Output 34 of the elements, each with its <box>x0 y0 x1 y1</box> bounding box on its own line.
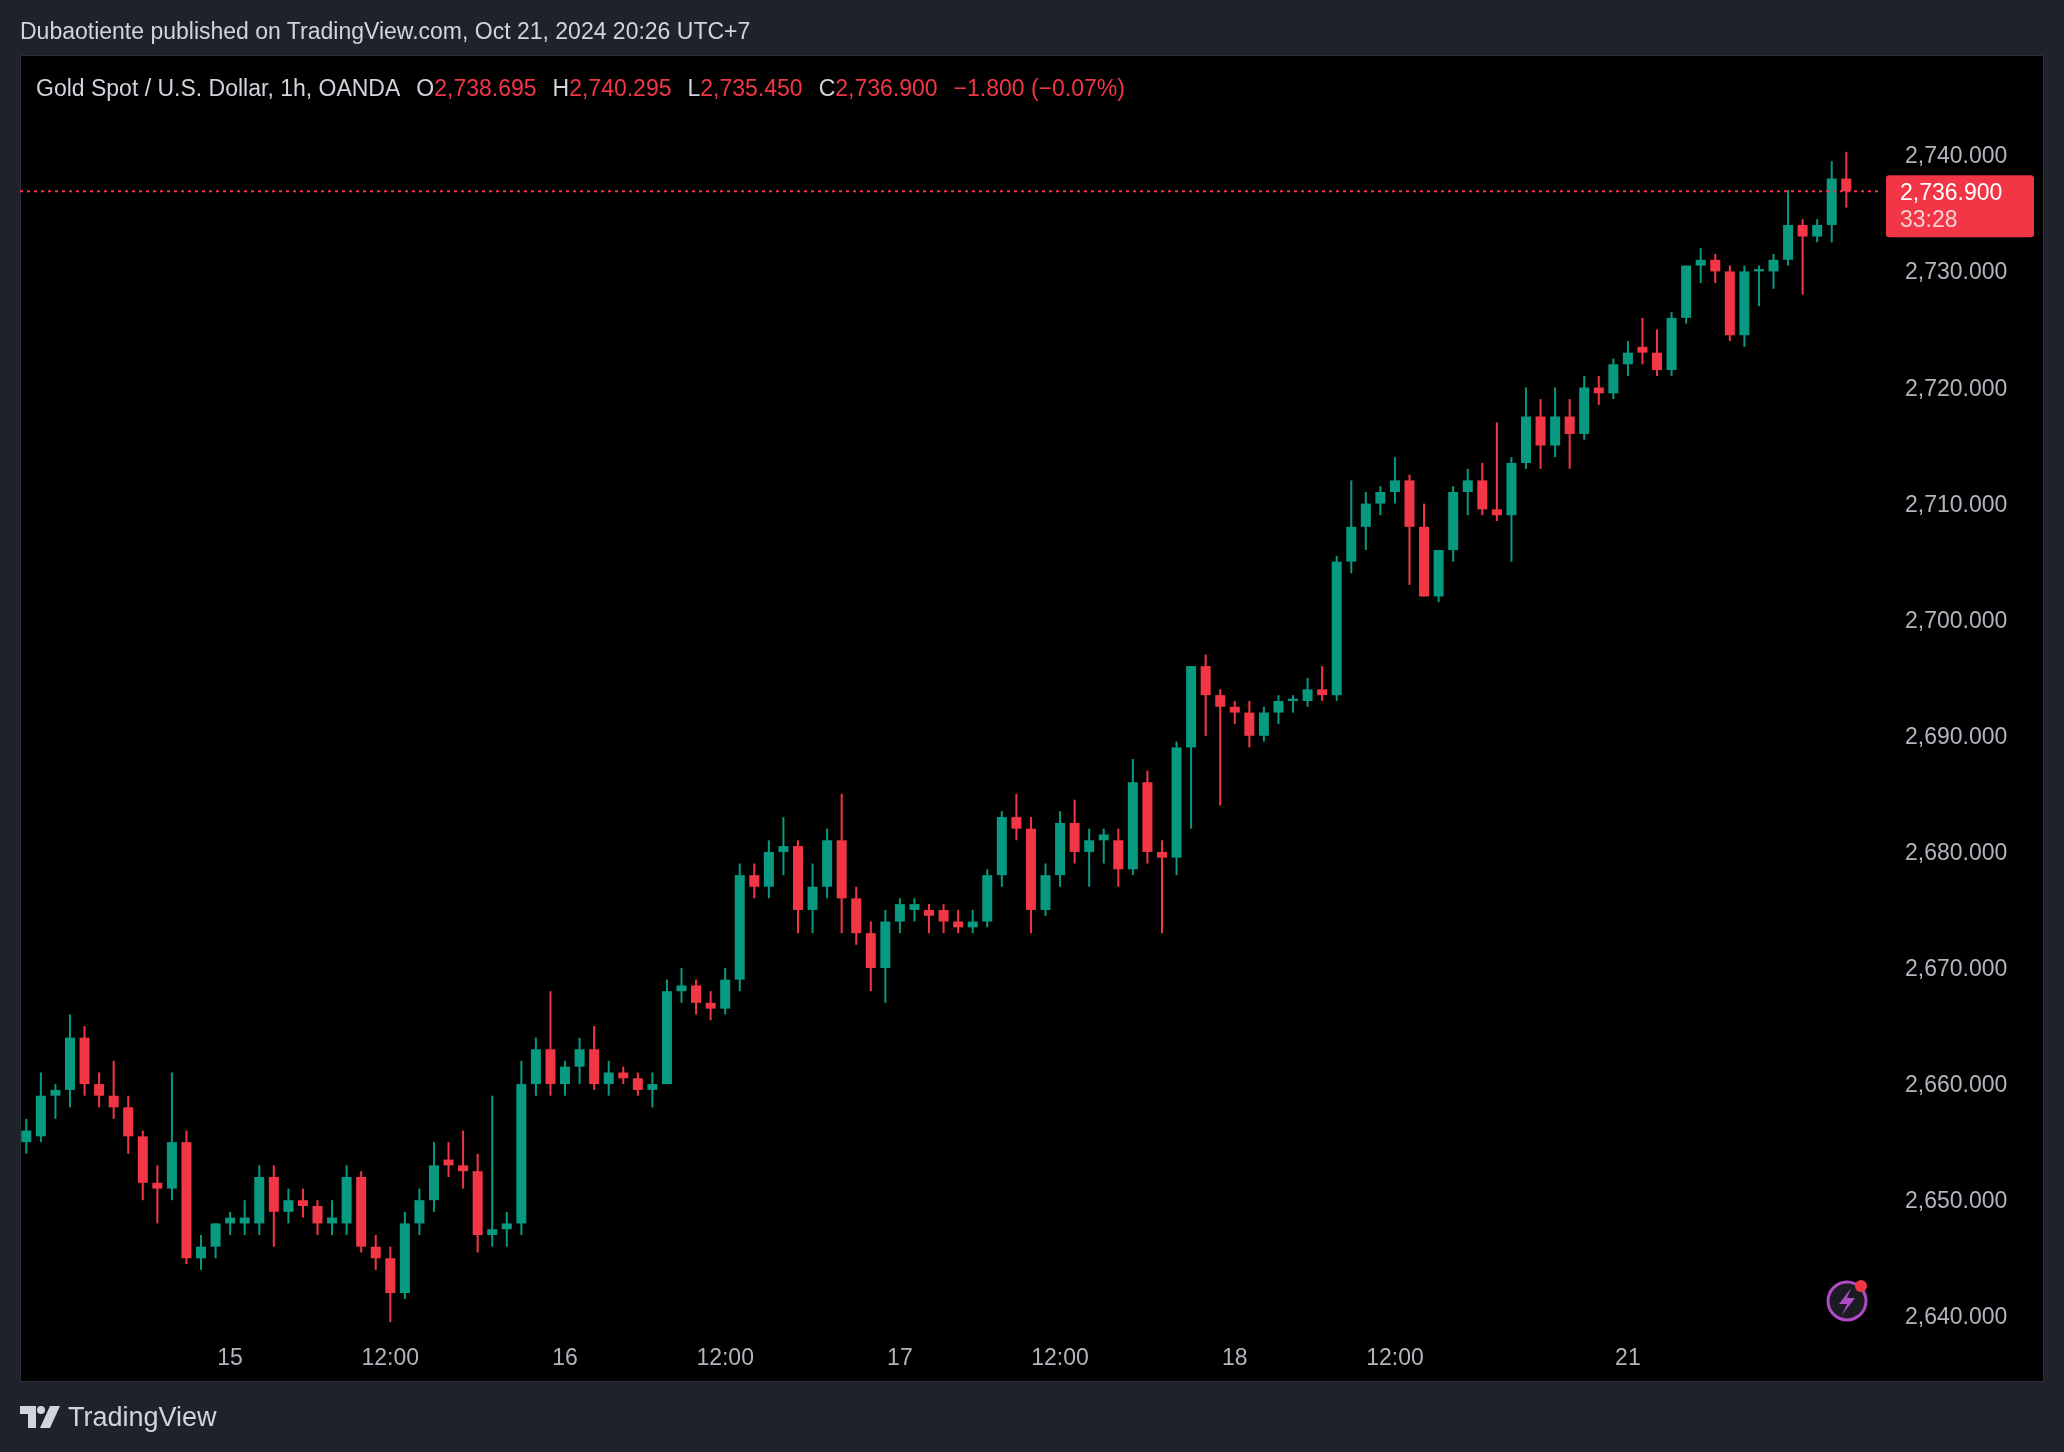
y-tick-label: 2,690.000 <box>1905 722 2008 749</box>
time-label: 16 <box>552 1344 578 1370</box>
y-tick-label: 2,660.000 <box>1905 1071 2008 1098</box>
ohlc-label: O <box>416 74 435 103</box>
time-label: 15 <box>217 1344 243 1370</box>
y-tick-label: 2,680.000 <box>1905 838 2008 865</box>
publish-caption: Dubaotiente published on TradingView.com, Oct 21, 2024 20:26 UTC+7 <box>20 18 751 44</box>
time-label: 17 <box>887 1344 913 1370</box>
y-tick-label: 2,670.000 <box>1905 955 2008 981</box>
y-tick-label: 2,640.000 <box>1905 1303 2008 1330</box>
ohlc-value: 2,735.450 <box>700 74 803 103</box>
symbol-title: Gold Spot / U.S. Dollar, 1h, OANDA <box>36 74 401 103</box>
time-label: 12:00 <box>1031 1344 1089 1370</box>
ohlc-label: C <box>818 74 836 103</box>
last-price: 2,736.900 <box>1900 179 2003 206</box>
time-label: 21 <box>1615 1344 1641 1370</box>
ohlc-value: 2,738.695 <box>434 74 537 103</box>
time-label: 12:00 <box>1366 1344 1424 1370</box>
y-tick-label: 2,650.000 <box>1905 1187 2008 1214</box>
price-change: −1.800 (−0.07%) <box>953 74 1125 103</box>
bar-countdown: 33:28 <box>1900 206 1958 233</box>
time-label: 12:00 <box>361 1344 420 1370</box>
y-tick-label: 2,710.000 <box>1905 490 2008 517</box>
brand-name: TradingView <box>68 1400 217 1434</box>
y-tick-label: 2,720.000 <box>1905 374 2008 401</box>
time-label: 12:00 <box>696 1344 754 1370</box>
ohlc-value: 2,736.900 <box>835 74 938 103</box>
time-label: 18 <box>1222 1344 1248 1370</box>
y-tick-label: 2,740.000 <box>1905 142 2008 169</box>
ohlc-label: L <box>687 74 701 103</box>
ohlc-value: 2,740.295 <box>569 74 672 103</box>
y-tick-label: 2,730.000 <box>1905 258 2008 285</box>
y-tick-label: 2,700.000 <box>1905 606 2008 633</box>
ohlc-label: H <box>552 74 570 103</box>
